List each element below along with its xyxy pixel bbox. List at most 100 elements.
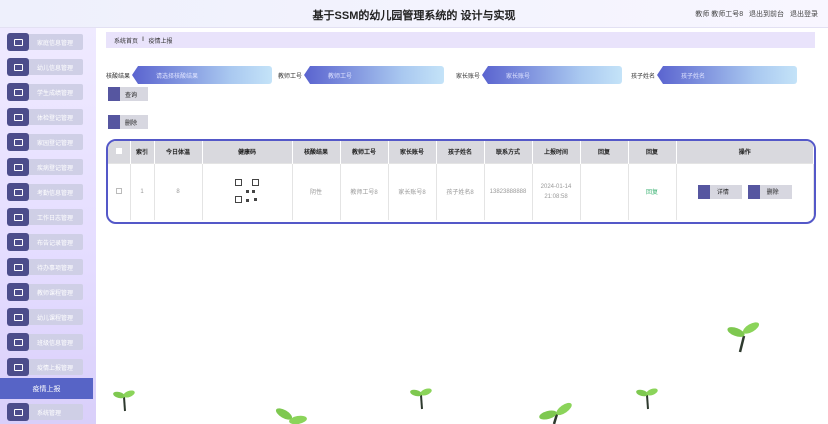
detail-button-label: 详情 <box>716 190 729 197</box>
sidebar-item-illness[interactable]: 疾病登记管理 <box>7 157 83 177</box>
sprout-decoration-icon <box>113 390 135 412</box>
header-cell: 今日体温 <box>154 141 203 163</box>
child-name-input[interactable]: 孩子姓名 <box>657 66 798 84</box>
table-row: 1 8 阴性 教师工号8 家长账号8 孩子姓名8 13823888888 202… <box>108 162 814 220</box>
cell-phone: 13823888888 <box>484 162 533 220</box>
field-label: 核酸结果 <box>106 73 131 80</box>
tag-shape <box>747 184 760 199</box>
grid-icon <box>7 83 29 101</box>
grid-icon <box>7 108 29 126</box>
search-field-parent-acct: 家长账号 家长账号 <box>456 66 623 84</box>
top-bar: 基于SSM的幼儿园管理系统的 设计与实现 教师 教师工号8 退出到前台 退出登录 <box>0 0 828 28</box>
header-cell: 健康码 <box>202 141 293 163</box>
parent-acct-input[interactable]: 家长账号 <box>482 66 623 84</box>
sidebar-item-child-course[interactable]: 幼儿课程管理 <box>7 307 83 327</box>
batch-delete-button[interactable]: 删除 <box>108 115 148 129</box>
query-button-label: 查询 <box>124 92 137 99</box>
qr-code-icon <box>235 178 259 203</box>
sprout-decoration-icon <box>410 388 432 410</box>
cell-health-code <box>202 162 293 220</box>
sprout-decoration-icon <box>727 322 760 353</box>
delete-button-label: 删除 <box>124 120 137 127</box>
logout-link[interactable]: 退出登录 <box>790 11 818 18</box>
sidebar-item-child[interactable]: 幼儿信息管理 <box>7 57 83 77</box>
sidebar-item-label: 考勤信息管理 <box>25 184 83 200</box>
card-icon <box>7 258 29 276</box>
row-select-cell[interactable] <box>108 162 131 220</box>
header-cell: 回复 <box>580 141 629 163</box>
teacher-no-input[interactable]: 教师工号 <box>304 66 445 84</box>
sidebar-item-label: 布告记录管理 <box>25 234 83 250</box>
flag-icon <box>7 233 29 251</box>
pin-icon <box>7 308 29 326</box>
search-field-result: 核酸结果 请选择核酸结果 <box>106 66 273 84</box>
breadcrumb-home[interactable]: 系统首页 <box>114 36 138 45</box>
detail-button[interactable]: 详情 <box>697 184 742 199</box>
sidebar-item-family[interactable]: 家庭信息管理 <box>7 32 83 52</box>
chart-icon <box>7 358 29 376</box>
sidebar-item-label: 教师课程管理 <box>25 284 83 300</box>
sidebar-item-worklog[interactable]: 工作日志管理 <box>7 207 83 227</box>
sidebar-item-system[interactable]: 系统管理 <box>7 402 83 422</box>
header-cell: 联系方式 <box>484 141 533 163</box>
sidebar-item-notice[interactable]: 布告记录管理 <box>7 232 83 252</box>
cell-reply-action: 回复 <box>628 162 677 220</box>
sidebar-item-label: 幼儿课程管理 <box>25 309 83 325</box>
breadcrumb: 系统首页 ǁ 疫情上报 <box>106 32 815 48</box>
sidebar-item-teacher-course[interactable]: 教师课程管理 <box>7 282 83 302</box>
sidebar-item-class[interactable]: 班级信息管理 <box>7 332 83 352</box>
sidebar-item-checkup[interactable]: 体检登记管理 <box>7 107 83 127</box>
header-cell: 教师工号 <box>340 141 389 163</box>
checkbox-icon[interactable] <box>115 187 122 194</box>
breadcrumb-current: 疫情上报 <box>148 38 173 45</box>
tag-shape <box>108 115 120 129</box>
sidebar-item-label: 工作日志管理 <box>25 209 83 225</box>
sidebar-item-label: 疾病登记管理 <box>25 159 83 175</box>
back-to-front-link[interactable]: 退出到前台 <box>749 11 784 18</box>
search-bar: 核酸结果 请选择核酸结果 教师工号 教师工号 家长账号 家长账号 孩子姓名 孩子… <box>106 66 815 84</box>
field-label: 教师工号 <box>278 73 303 80</box>
reply-link[interactable]: 回复 <box>646 190 658 196</box>
sprout-decoration-icon <box>275 408 307 424</box>
result-select[interactable]: 请选择核酸结果 <box>132 66 273 84</box>
sidebar-item-label: 家庭信息管理 <box>25 34 83 50</box>
field-label: 孩子姓名 <box>631 73 656 80</box>
sidebar-item-todo[interactable]: 待办事项管理 <box>7 257 83 277</box>
sidebar-item-score[interactable]: 学生成绩管理 <box>7 82 83 102</box>
header-cell: 孩子姓名 <box>436 141 485 163</box>
sidebar-item-label: 幼儿信息管理 <box>25 59 83 75</box>
cell-teacher-no: 教师工号8 <box>340 162 389 220</box>
row-delete-button[interactable]: 删除 <box>747 184 792 199</box>
sidebar-item-home-school[interactable]: 家园登记管理 <box>7 132 83 152</box>
grid-icon <box>7 403 29 421</box>
grid-icon <box>7 333 29 351</box>
header-select-all[interactable] <box>108 141 131 163</box>
sprout-decoration-icon <box>539 402 572 424</box>
sidebar-active-epidemic-report[interactable]: 疫情上报 <box>0 378 93 399</box>
header-cell: 操作 <box>676 141 814 163</box>
header-user-area: 教师 教师工号8 退出到前台 退出登录 <box>691 9 818 19</box>
query-button[interactable]: 查询 <box>108 87 148 101</box>
delete-button-label: 删除 <box>766 190 779 197</box>
sprout-decoration-icon <box>636 388 658 410</box>
field-label: 家长账号 <box>456 73 481 80</box>
cell-temperature: 8 <box>154 162 203 220</box>
sidebar-item-epidemic[interactable]: 疫情上报管理 <box>7 357 83 377</box>
cell-result: 阴性 <box>292 162 341 220</box>
search-field-teacher-no: 教师工号 教师工号 <box>278 66 445 84</box>
sidebar-item-label: 学生成绩管理 <box>25 84 83 100</box>
header-cell: 家长账号 <box>388 141 437 163</box>
message-icon <box>7 158 29 176</box>
checkbox-icon[interactable] <box>115 147 122 154</box>
data-table: 索引 今日体温 健康码 核酸结果 教师工号 家长账号 孩子姓名 联系方式 上报时… <box>106 139 816 224</box>
cell-time: 2024-01-14 21:08:58 <box>532 162 581 220</box>
tag-shape <box>108 87 120 101</box>
tag-shape <box>697 184 710 199</box>
list-icon <box>7 133 29 151</box>
cell-parent-acct: 家长账号8 <box>388 162 437 220</box>
sidebar-item-label: 家园登记管理 <box>25 134 83 150</box>
sidebar-item-attendance[interactable]: 考勤信息管理 <box>7 182 83 202</box>
header-cell: 索引 <box>130 141 155 163</box>
grid-icon <box>7 58 29 76</box>
cell-child-name: 孩子姓名8 <box>436 162 485 220</box>
